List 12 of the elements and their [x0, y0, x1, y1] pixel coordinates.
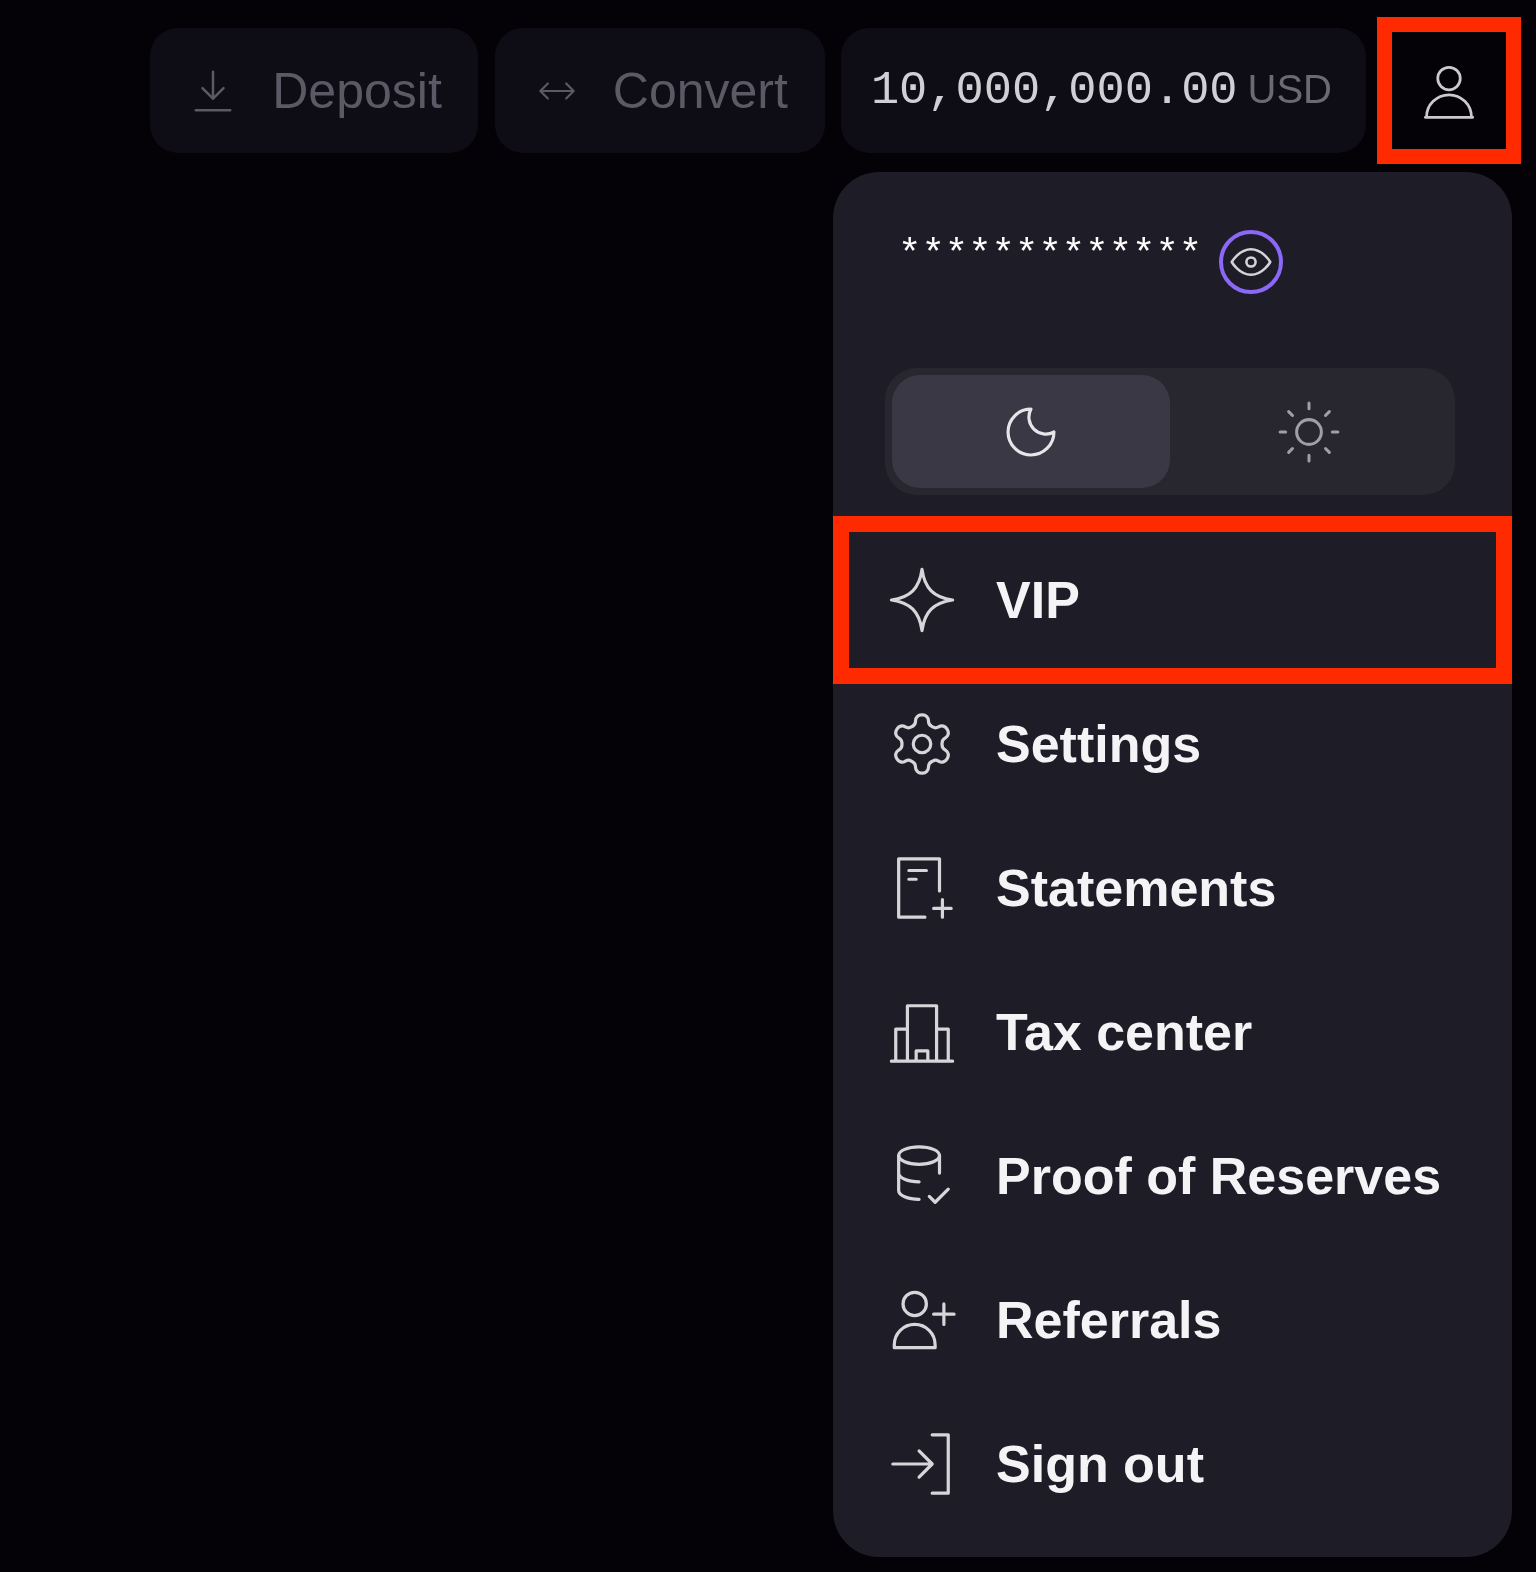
menu-item[interactable]: Tax center [833, 960, 1512, 1104]
currency-label: USD [1247, 69, 1332, 109]
masked-account-id: ************* [898, 235, 1203, 275]
profile-button[interactable] [1377, 17, 1521, 164]
sparkle-icon [887, 565, 957, 635]
menu-item[interactable]: VIP [833, 516, 1512, 684]
menu-item[interactable]: Sign out [833, 1392, 1512, 1536]
menu-item[interactable]: Proof of Reserves [833, 1104, 1512, 1248]
balance-amount: 10,000,000.00 [870, 67, 1238, 114]
reveal-button[interactable] [1219, 230, 1284, 294]
menu-item[interactable]: Statements [833, 816, 1512, 960]
menu-item[interactable]: Referrals [833, 1248, 1512, 1392]
